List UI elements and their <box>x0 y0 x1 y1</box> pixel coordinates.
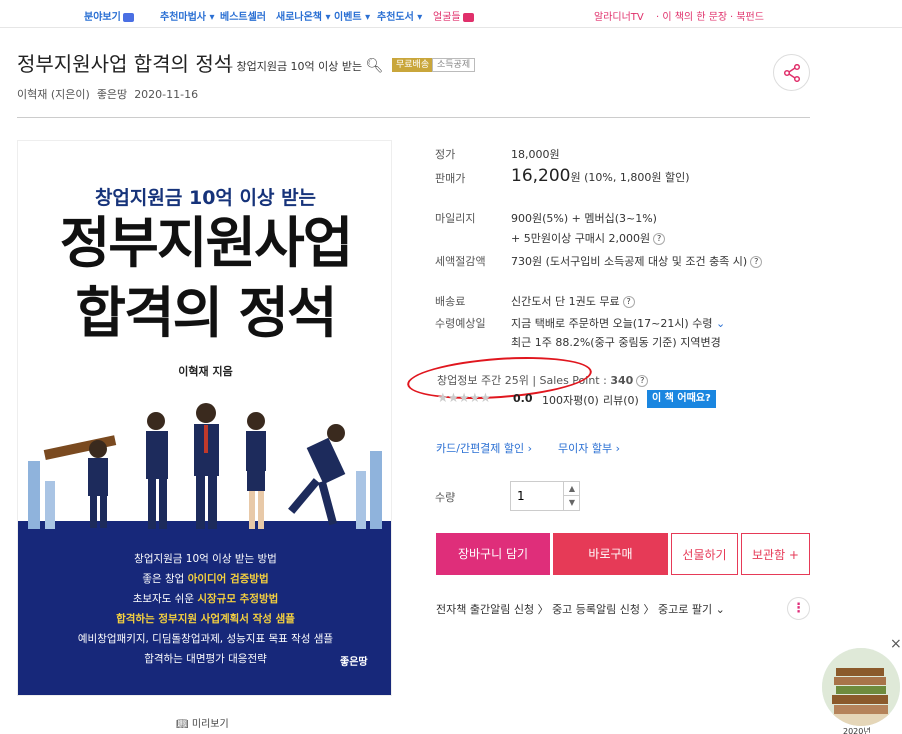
book-icon: 📖︎ <box>176 719 189 730</box>
shipping-label: 배송료 <box>435 295 466 308</box>
nav-bookfund[interactable]: · 북펀드 <box>730 8 764 23</box>
more-options-icon[interactable]: ⋮ <box>787 597 810 620</box>
cover-bottom: 창업지원금 10억 이상 받는 방법 좋은 창업 아이디어 검증방법 초보자도 … <box>18 529 391 695</box>
cover-line: 창업지원금 10억 이상 받는 방법 <box>134 553 277 565</box>
floating-caption: 2020년 <box>843 727 871 734</box>
publisher-link[interactable]: 좋은땅 <box>97 88 127 101</box>
quantity-down-icon[interactable]: ▼ <box>563 496 580 510</box>
help-icon[interactable]: ? <box>622 296 635 308</box>
cover-big-title-2: 합격의 정석 <box>75 281 337 345</box>
cover-big-title-1: 정부지원사업 <box>59 211 354 275</box>
floating-banner[interactable] <box>822 648 900 726</box>
quantity-input[interactable] <box>511 482 563 510</box>
cover-top: 창업지원금 10억 이상 받는 정부지원사업 합격의 정석 이혁재 지음 <box>18 141 391 541</box>
rating-stars: ★★★★★ <box>437 391 491 406</box>
nav-aladdiner-tv[interactable]: 알라디너TV <box>594 8 644 23</box>
cover-line: 예비창업패키지, 디딤돌창업과제, 성능지표 목표 작성 샘플 <box>77 633 334 645</box>
nav-new-books[interactable]: 새로나온책 ▾ <box>276 8 331 23</box>
how-is-book-button[interactable]: 이 책 어때요? <box>647 390 716 408</box>
nav-events[interactable]: 이벤트 ▾ <box>334 8 370 23</box>
list-price-label: 정가 <box>435 148 456 161</box>
page: 분야보기 추천마법사 ▾ 베스트셀러 새로나온책 ▾ 이벤트 ▾ 추천도서 ▾ … <box>0 0 902 734</box>
eta-value[interactable]: 지금 택배로 주문하면 오늘(17~21시) 수령 ⌄ <box>511 315 725 331</box>
help-icon[interactable]: ? <box>636 375 649 387</box>
installment-link[interactable]: 무이자 할부 › <box>558 440 620 456</box>
sale-price-label: 판매가 <box>435 172 466 185</box>
help-icon[interactable]: ? <box>750 256 763 268</box>
eta-recent: 최근 1주 88.2%(중구 중림동 기준) 지역변경 <box>511 336 721 349</box>
cover-small-title: 창업지원금 10억 이상 받는 <box>94 187 317 209</box>
cover-line: 초보자도 쉬운 시장규모 추정방법 <box>132 593 279 605</box>
buy-now-button[interactable]: 바로구매 <box>553 533 668 575</box>
quantity-up-icon[interactable]: ▲ <box>563 482 580 496</box>
cover-line: 합격하는 대면평가 대응전략 <box>144 653 267 665</box>
tax-saving-label: 세액절감액 <box>435 255 486 268</box>
nav-book-quote[interactable]: · 이 책의 한 문장 <box>656 8 727 23</box>
share-button[interactable] <box>773 54 810 91</box>
preview-link[interactable]: 📖︎ 미리보기 <box>176 715 229 730</box>
top-nav: 분야보기 추천마법사 ▾ 베스트셀러 새로나온책 ▾ 이벤트 ▾ 추천도서 ▾ … <box>0 0 902 28</box>
cover-line: 합격하는 정부지원 사업계획서 작성 샘플 <box>116 613 295 625</box>
cover-publisher: 좋은땅 <box>340 657 368 668</box>
mileage-value-1: 900원(5%) + 멤버십(3~1%) <box>511 212 657 225</box>
shipping-value: 신간도서 단 1권도 무료? <box>511 293 635 309</box>
review-count[interactable]: 리뷰(0) <box>603 392 639 408</box>
book-cover[interactable]: 창업지원금 10억 이상 받는 정부지원사업 합격의 정석 이혁재 지음 창업지… <box>17 140 392 696</box>
chevron-down-icon: ⌄ <box>715 317 726 330</box>
quantity-stepper[interactable]: ▲ ▼ <box>510 481 580 511</box>
nav-faces[interactable]: 얼굴들 <box>433 8 474 23</box>
alert-links[interactable]: 전자책 출간알림 신청 〉 중고 등록알림 신청 〉 중고로 팔기 ⌄ <box>436 601 725 617</box>
sale-price: 16,200원 (10%, 1,800원 할인) <box>511 166 690 186</box>
nav-bestseller[interactable]: 베스트셀러 <box>220 8 266 23</box>
book-subtitle: - 창업지원금 10억 이상 받는 🔍︎ <box>229 58 384 74</box>
publish-date: 2020-11-16 <box>134 88 199 101</box>
cover-line: 좋은 창업 아이디어 검증방법 <box>142 573 269 585</box>
book-title: 정부지원사업 합격의 정석 <box>17 52 233 76</box>
nav-recommend-wizard[interactable]: 추천마법사 ▾ <box>160 8 215 23</box>
mileage-label: 마일리지 <box>435 212 476 225</box>
list-price-value: 18,000원 <box>511 148 560 161</box>
card-discount-link[interactable]: 카드/간편결제 할인 › <box>436 440 532 456</box>
eta-label: 수령예상일 <box>435 317 486 330</box>
mileage-value-2: + 5만원이상 구매시 2,000원? <box>511 230 666 246</box>
close-icon[interactable]: × <box>890 636 902 652</box>
help-icon[interactable]: ? <box>653 233 666 245</box>
nav-badge-icon <box>122 12 134 22</box>
quantity-label: 수량 <box>435 491 456 504</box>
share-icon <box>783 63 800 83</box>
cover-illustration <box>18 403 391 541</box>
gift-button[interactable]: 선물하기 <box>671 533 738 575</box>
book-stack-icon <box>822 648 900 726</box>
short-review-count[interactable]: 100자평(0) <box>542 392 599 408</box>
rating-score: 0.0 <box>513 392 533 405</box>
author-link[interactable]: 이혁재 (지은이) <box>17 88 90 101</box>
nav-category[interactable]: 분야보기 <box>84 8 134 23</box>
divider <box>17 117 810 118</box>
nav-badge-icon <box>462 12 474 22</box>
search-icon[interactable]: 🔍︎ <box>366 58 384 74</box>
add-to-cart-button[interactable]: 장바구니 담기 <box>436 533 550 575</box>
book-meta: 이혁재 (지은이) 좋은땅 2020-11-16 <box>17 86 198 102</box>
wishlist-button[interactable]: 보관함 + <box>741 533 810 575</box>
free-shipping-badge: 무료배송 <box>392 58 434 72</box>
income-deduction-badge: 소득공제 <box>432 58 476 72</box>
tax-saving-value: 730원 (도서구입비 소득공제 대상 및 조건 충족 시)? <box>511 253 763 269</box>
nav-recommended[interactable]: 추천도서 ▾ <box>377 8 422 23</box>
